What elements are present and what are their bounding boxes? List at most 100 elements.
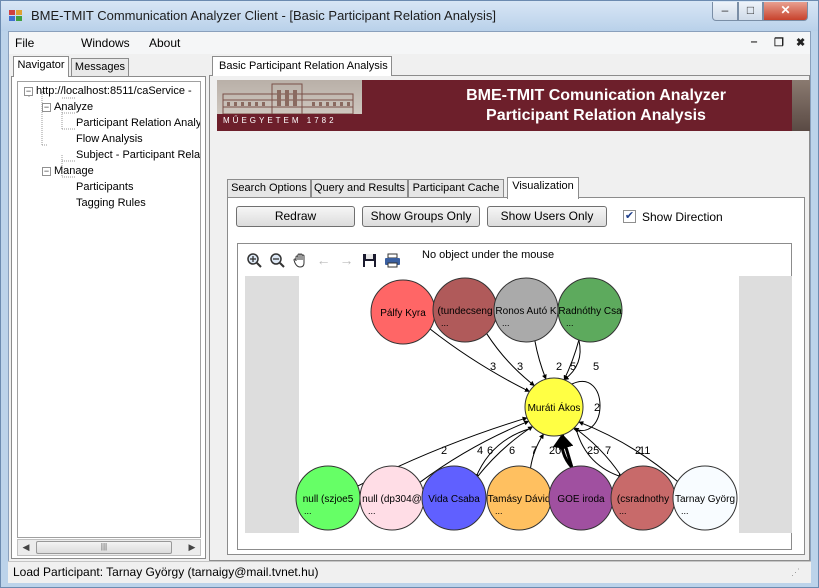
node-bottom-2-label: Vida Csaba <box>428 494 480 505</box>
banner-title: BME-TMIT Comunication Analyzer <box>466 87 726 104</box>
node-bottom-0-more: ... <box>304 506 312 516</box>
tree-item-subject-participant[interactable]: Subject - Participant Relat <box>76 149 200 161</box>
menu-about-label: About <box>149 36 181 50</box>
edge-label-bottom-4: 20 <box>549 445 561 457</box>
tree-manage[interactable]: Manage <box>54 165 94 177</box>
edge-label-bottom-extra-0: 6 <box>487 445 493 457</box>
edge-label-top-extra: 5 <box>593 361 599 373</box>
document-tab[interactable]: Basic Participant Relation Analysis <box>212 56 392 76</box>
visualization-page: Redraw Show Groups Only Show Users Only … <box>227 197 805 555</box>
edge-label-bottom-0: 2 <box>441 445 447 457</box>
tree-root-expander[interactable]: − <box>24 87 33 96</box>
node-bottom-4-label: GOE iroda <box>557 494 605 505</box>
show-users-button[interactable]: Show Users Only <box>487 206 607 227</box>
back-arrow-icon[interactable]: ← <box>315 252 332 269</box>
edge-label-bottom-extra-1: 25 <box>587 445 599 457</box>
edge-label-top-1: 3 <box>517 361 523 373</box>
window-title: BME-TMIT Communication Analyzer Client -… <box>31 8 497 23</box>
edge-label-self-loop: 2 <box>594 402 600 414</box>
node-top-1-label: (tundecseng <box>437 306 492 317</box>
application-window: BME-TMIT Communication Analyzer Client -… <box>0 0 819 588</box>
left-panel: Navigator Messages − http://localhost:85… <box>11 56 207 559</box>
show-direction-checkbox[interactable]: ✔ <box>623 210 636 223</box>
node-top-1-more: ... <box>441 318 449 328</box>
manage-expander[interactable]: − <box>42 167 51 176</box>
analyze-expander[interactable]: − <box>42 103 51 112</box>
tree-item-participants[interactable]: Participants <box>76 181 133 193</box>
tree-item-participant-relation[interactable]: Participant Relation Analys <box>76 117 200 129</box>
node-bottom-1-more: ... <box>368 506 376 516</box>
document-area: MŰEGYETEM 1782 BME-TMIT Comunication Ana… <box>209 75 810 561</box>
hover-status-label: No object under the mouse <box>422 249 555 261</box>
tab-search-options[interactable]: Search Options <box>227 179 311 198</box>
navigator-tree[interactable]: − http://localhost:8511/caService - − An… <box>17 81 201 538</box>
menu-bar: File Windows About ‒ ❐ ✖ <box>9 32 810 54</box>
edge-label-top-2: 2 <box>556 361 562 373</box>
node-top-3-label: Radnóthy Csa <box>558 306 622 317</box>
tree-root[interactable]: http://localhost:8511/caService - <box>36 85 192 97</box>
tree-item-flow-analysis[interactable]: Flow Analysis <box>76 133 143 145</box>
mdi-restore-button[interactable]: ❐ <box>774 36 784 49</box>
tab-query-results[interactable]: Query and Results <box>311 179 408 198</box>
show-groups-button[interactable]: Show Groups Only <box>362 206 480 227</box>
menu-about[interactable]: About <box>149 36 180 50</box>
tab-visualization[interactable]: Visualization <box>507 177 579 199</box>
tree-item-tagging-rules[interactable]: Tagging Rules <box>76 197 146 209</box>
close-button[interactable]: ✕ <box>763 2 808 21</box>
scroll-thumb[interactable]: ||| <box>36 541 172 554</box>
pan-hand-icon[interactable] <box>292 252 309 269</box>
node-bottom-0-label: null (szjoe5 <box>303 494 354 505</box>
maximize-button[interactable]: □ <box>738 2 763 21</box>
node-top-2-more: ... <box>502 318 510 328</box>
edge-label-bottom-1: 4 <box>477 445 483 457</box>
zoom-out-icon[interactable] <box>269 252 286 269</box>
tab-navigator[interactable]: Navigator <box>13 56 69 77</box>
node-bottom-3-more: ... <box>495 506 503 516</box>
tab-messages[interactable]: Messages <box>71 58 129 77</box>
navigator-panel: − http://localhost:8511/caService - − An… <box>11 76 206 559</box>
client-area: File Windows About ‒ ❐ ✖ Navigator Messa… <box>8 31 811 583</box>
node-top-2-label: Ronos Autó K <box>495 306 556 317</box>
edge-label-bottom-2: 6 <box>509 445 515 457</box>
scroll-right-icon[interactable]: ▶ <box>184 540 200 555</box>
edge-label-top-0: 3 <box>490 361 496 373</box>
print-icon[interactable] <box>384 252 401 269</box>
save-icon[interactable] <box>361 252 378 269</box>
graph-right-margin <box>739 276 792 533</box>
forward-arrow-icon[interactable]: → <box>338 252 355 269</box>
node-top-0-label: Pálfy Kyra <box>380 308 426 319</box>
redraw-button[interactable]: Redraw <box>236 206 355 227</box>
zoom-in-icon[interactable] <box>246 252 263 269</box>
mdi-close-button[interactable]: ✖ <box>796 36 805 49</box>
banner-subtitle: Participant Relation Analysis <box>486 107 706 124</box>
title-bar[interactable]: BME-TMIT Communication Analyzer Client -… <box>1 1 818 31</box>
mdi-minimize-button[interactable]: ‒ <box>751 36 757 48</box>
node-bottom-1-label: null (dp304@ <box>362 494 422 505</box>
edge-label-bottom-5: 7 <box>605 445 611 457</box>
node-bottom-5-label: (csradnothy <box>617 494 669 505</box>
graph-left-margin <box>245 276 299 533</box>
status-bar: Load Participant: Tarnay György (tarnaig… <box>8 561 811 583</box>
resize-grip-icon[interactable]: ⋰ <box>791 567 800 578</box>
edge-label-bottom-3: 7 <box>531 445 537 457</box>
minimize-button[interactable]: ‒ <box>712 2 738 21</box>
edge-label-bottom-extra-2: 11 <box>639 445 650 457</box>
menu-windows-label: Windows <box>81 36 130 50</box>
node-bottom-3-label: Tamásy Dávid <box>488 494 551 505</box>
participant-graph[interactable]: 3 3 2 5 52 4 6 7 20 7 26 25 112Pálfy Kyra (tundecseng… <box>245 276 792 533</box>
menu-file-label: File <box>15 36 35 50</box>
scroll-left-icon[interactable]: ◀ <box>18 540 34 555</box>
menu-file[interactable]: File <box>15 36 34 50</box>
header-banner: MŰEGYETEM 1782 BME-TMIT Comunication Ana… <box>217 80 810 131</box>
show-direction-label: Show Direction <box>642 210 723 224</box>
app-icon <box>9 10 23 22</box>
node-center-label: Muráti Ákos <box>528 401 581 414</box>
graph-view[interactable]: ← → No object under the mouse 3325524672… <box>237 243 792 550</box>
menu-windows[interactable]: Windows <box>81 36 130 50</box>
node-top-3-more: ... <box>566 318 574 328</box>
tree-analyze[interactable]: Analyze <box>54 101 93 113</box>
node-bottom-6-more: ... <box>681 506 689 516</box>
tree-horizontal-scrollbar[interactable]: ◀ ||| ▶ <box>17 539 201 556</box>
tab-participant-cache[interactable]: Participant Cache <box>408 179 504 198</box>
node-bottom-5-more: ... <box>619 506 627 516</box>
